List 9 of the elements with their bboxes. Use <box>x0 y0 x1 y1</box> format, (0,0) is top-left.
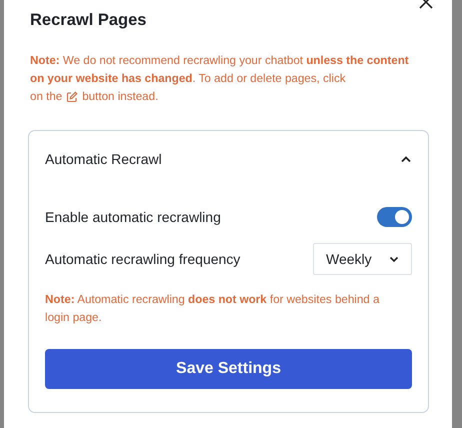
save-settings-button[interactable]: Save Settings <box>45 349 412 389</box>
frequency-select[interactable]: Weekly <box>313 243 412 275</box>
setting-label: Enable automatic recrawling <box>45 208 221 227</box>
setting-label: Automatic recrawling frequency <box>45 250 240 269</box>
note-text: Note: Automatic recrawling does not work for websites behind a login page. <box>45 292 380 326</box>
modal-title: Recrawl Pages <box>30 11 146 31</box>
note-text: button instead. <box>82 89 158 105</box>
section-title: Automatic Recrawl <box>45 150 162 168</box>
note-text: on the <box>30 89 62 105</box>
